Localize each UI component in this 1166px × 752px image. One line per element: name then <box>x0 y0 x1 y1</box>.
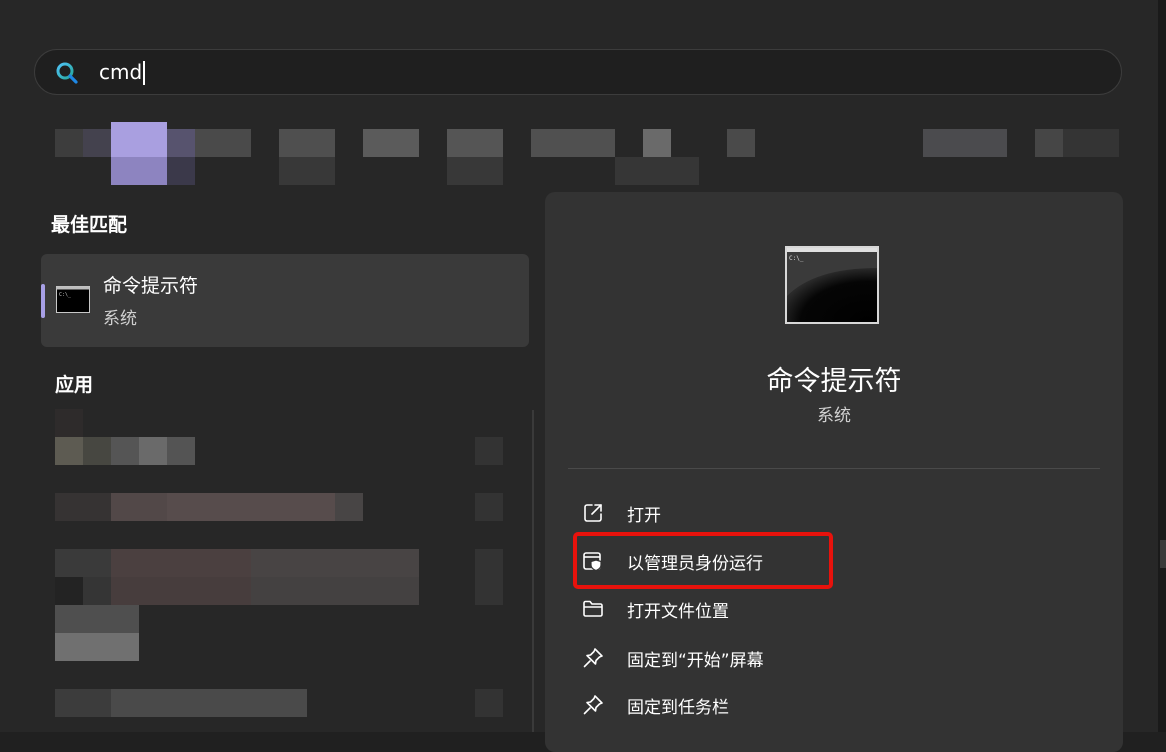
best-match-name: 命令提示符 <box>103 275 199 297</box>
pin-to-start-action[interactable]: 固定到“开始”屏幕 <box>581 643 981 673</box>
pin-icon <box>581 693 605 717</box>
detail-panel: C:\_ 命令提示符 系统 打开 以管理员身份运行 打开文件位置 固定到“开始”… <box>545 192 1123 752</box>
open-action[interactable]: 打开 <box>581 498 981 528</box>
command-prompt-icon-text: C:\_ <box>789 255 804 262</box>
folder-icon <box>581 597 605 621</box>
command-prompt-icon: C:\_ <box>785 246 879 324</box>
detail-title: 命令提示符 <box>766 366 902 397</box>
run-as-admin-highlight <box>573 532 833 589</box>
pin-icon <box>581 646 605 670</box>
best-match-subtitle: 系统 <box>103 309 137 329</box>
open-external-icon <box>581 501 605 525</box>
pin-to-taskbar-action[interactable]: 固定到任务栏 <box>581 690 981 720</box>
pin-to-taskbar-label: 固定到任务栏 <box>627 698 729 718</box>
search-input[interactable] <box>99 57 1079 87</box>
detail-subtitle: 系统 <box>817 406 851 426</box>
open-file-location-action[interactable]: 打开文件位置 <box>581 594 981 624</box>
search-icon <box>55 61 79 85</box>
selection-indicator <box>41 284 45 318</box>
open-file-location-label: 打开文件位置 <box>627 602 729 622</box>
svg-text:C:\_: C:\_ <box>59 292 72 298</box>
best-match-heading: 最佳匹配 <box>51 214 128 236</box>
background-edge <box>1158 0 1166 732</box>
command-prompt-icon: C:\_ <box>56 286 90 313</box>
detail-divider <box>568 468 1100 469</box>
list-scrollbar[interactable] <box>532 410 534 732</box>
search-box[interactable] <box>34 49 1122 95</box>
text-caret <box>143 61 145 85</box>
apps-heading: 应用 <box>55 374 94 396</box>
best-match-item[interactable]: C:\_ 命令提示符 系统 <box>41 254 529 347</box>
open-action-label: 打开 <box>627 506 661 526</box>
start-search-panel: 最佳匹配 C:\_ 命令提示符 系统 应用 <box>0 0 1158 752</box>
pin-to-start-label: 固定到“开始”屏幕 <box>627 651 764 671</box>
